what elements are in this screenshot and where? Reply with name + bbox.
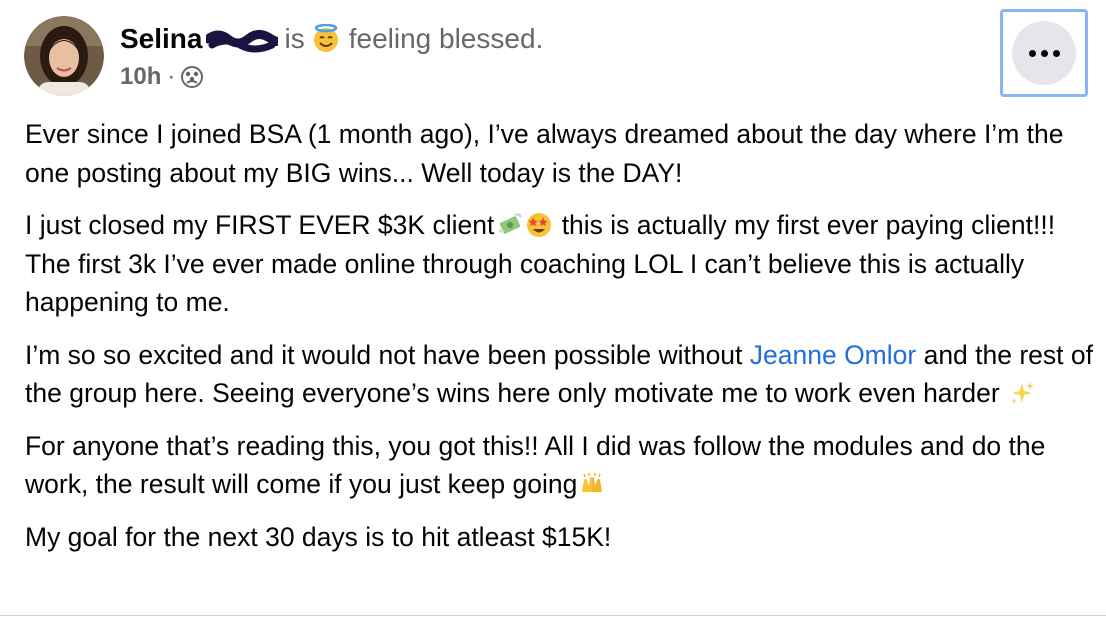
feeling-text[interactable]: feeling blessed.	[349, 22, 544, 56]
more-options-button[interactable]	[1012, 21, 1076, 85]
star-struck-emoji-icon	[525, 211, 553, 239]
paragraph-3-text-a: I’m so so excited and it would not have …	[25, 339, 750, 370]
author-line: Selina is feeling blessed.	[120, 22, 543, 56]
post-paragraph-1: Ever since I joined BSA (1 month ago), I…	[25, 119, 1064, 188]
is-text: is	[284, 23, 305, 54]
more-options-focus-ring	[1000, 9, 1088, 97]
post-paragraph-3: I’m so so excited and it would not have …	[25, 336, 1095, 413]
money-with-wings-emoji-icon	[495, 211, 523, 239]
post-header: Selina is feeling blessed. 10h ·	[24, 16, 543, 96]
post-paragraph-2: I just closed my FIRST EVER $3K client t…	[25, 206, 1095, 322]
author-name[interactable]: Selina	[120, 22, 202, 56]
post-time[interactable]: 10h	[120, 62, 161, 92]
divider	[0, 615, 1106, 616]
sparkles-emoji-icon	[1008, 379, 1036, 407]
post-body: Ever since I joined BSA (1 month ago), I…	[25, 115, 1095, 570]
timestamp-line: 10h ·	[120, 62, 543, 92]
feed-post: Selina is feeling blessed. 10h · Ever si…	[0, 0, 1106, 632]
paragraph-2-text-a: I just closed my FIRST EVER $3K client	[25, 210, 495, 240]
raising-hands-emoji-icon	[578, 470, 606, 498]
mention-link[interactable]: Jeanne Omlor	[750, 340, 916, 370]
halo-smile-emoji-icon	[311, 23, 341, 54]
post-paragraph-5: My goal for the next 30 days is to hit a…	[25, 521, 612, 552]
avatar[interactable]	[24, 16, 104, 96]
more-horizontal-icon	[1028, 49, 1060, 57]
post-meta: Selina is feeling blessed. 10h ·	[120, 22, 543, 92]
redaction-scribble	[203, 27, 282, 53]
group-audience-icon[interactable]	[181, 66, 204, 88]
paragraph-4-text: For anyone that’s reading this, you got …	[25, 430, 1046, 500]
meta-separator: ·	[167, 63, 176, 90]
post-paragraph-4: For anyone that’s reading this, you got …	[25, 427, 1095, 504]
